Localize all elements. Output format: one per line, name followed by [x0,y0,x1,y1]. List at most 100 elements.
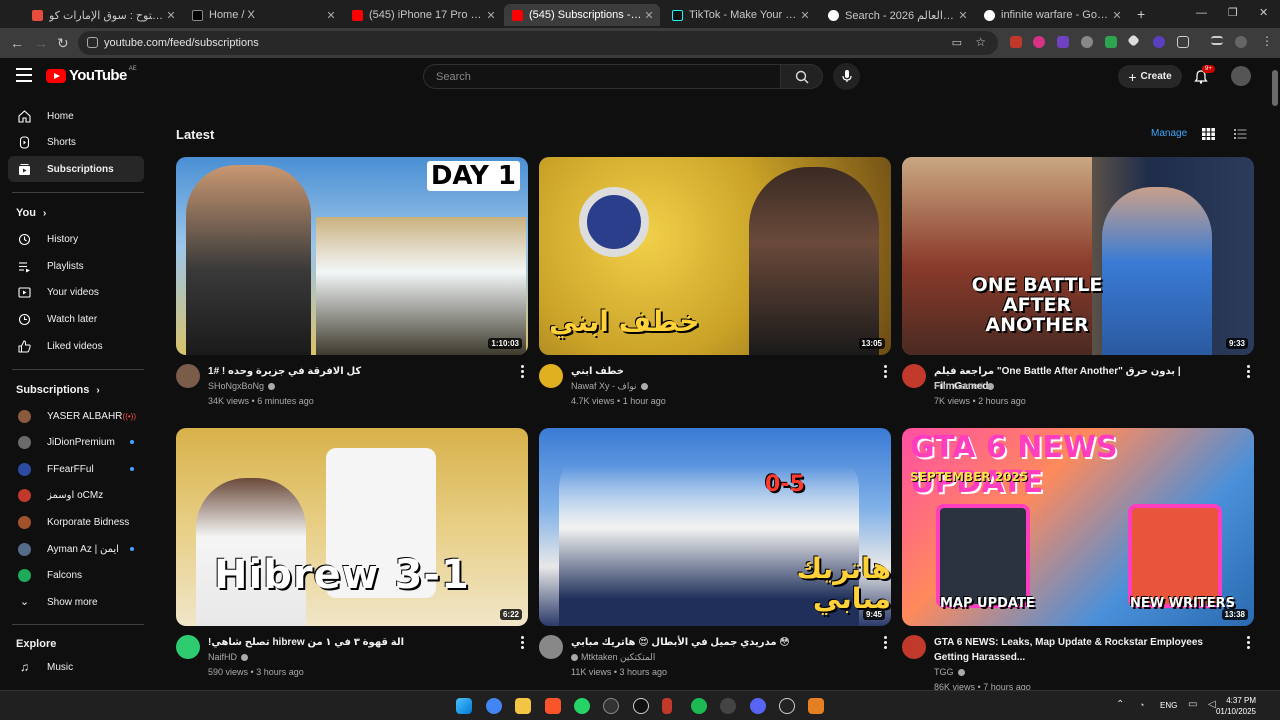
sidebar-channel[interactable]: FFearFFul [8,456,144,482]
video-channel-line[interactable]: SHoNgxBoNg [208,381,276,391]
media-controls-icon[interactable] [1211,36,1223,45]
extension-icon[interactable] [1127,34,1140,47]
browser-tab-1[interactable]: السوق المفتوح : سوق الإمارات كو ✕ [24,4,182,26]
channel-avatar[interactable] [539,635,563,659]
video-channel-line[interactable]: TGG [934,667,965,677]
video-thumbnail[interactable]: خطف ابني 13:05 [539,157,891,355]
sidebar-item-subscriptions[interactable]: Subscriptions [8,156,144,182]
reload-icon[interactable]: ↻ [57,35,69,52]
address-bar[interactable]: youtube.com/feed/subscriptions ▭ ☆ [78,31,998,55]
list-view-icon[interactable] [1234,129,1247,139]
browser-tab-7[interactable]: infinite warfare - Google Search ✕ [976,4,1128,26]
grid-view-icon[interactable] [1202,128,1215,140]
tab-close-icon[interactable]: ✕ [956,9,970,22]
sidebar-item-watch-later[interactable]: Watch later [8,306,144,332]
extension-icon[interactable] [1033,36,1045,48]
more-actions-icon[interactable] [884,365,887,380]
channel-avatar[interactable] [902,635,926,659]
sidebar-channel[interactable]: اوسمز oCMz [8,482,144,508]
more-actions-icon[interactable] [1247,636,1250,651]
sidebar-item-music[interactable]: ♫ Music [8,654,144,680]
video-channel-line[interactable]: NaifHD [208,652,249,662]
search-button[interactable] [781,64,823,89]
video-channel-line[interactable]: Film Gamed [934,381,995,391]
sidebar-item-home[interactable]: Home [8,103,144,129]
extension-icon[interactable] [1081,36,1093,48]
more-actions-icon[interactable] [1247,365,1250,380]
wifi-icon[interactable]: ◔ [1139,700,1144,710]
channel-avatar[interactable] [176,635,200,659]
video-title[interactable]: GTA 6 NEWS: Leaks, Map Update & Rockstar… [934,635,1229,665]
voice-search-button[interactable] [833,63,860,90]
browser-tab-2[interactable]: Home / X ✕ [184,4,342,26]
sidebar-item-your-videos[interactable]: Your videos [8,279,144,305]
discord-icon[interactable] [750,698,766,714]
app-icon[interactable] [603,698,619,714]
video-title[interactable]: كل الافرقة في جزيرة وحده ! #1 [208,364,503,379]
cast-icon[interactable]: ▭ [952,36,962,49]
network-icon[interactable]: ▭ [1188,699,1197,710]
browser-tab-5[interactable]: TikTok - Make Your Day ✕ [664,4,816,26]
video-card[interactable]: ONE BATTLE AFTER ANOTHER 9:33 مراجعة فيل… [902,157,1254,417]
windows-start-icon[interactable] [456,698,472,714]
hamburger-menu-icon[interactable] [16,68,32,82]
app-icon[interactable] [633,698,649,714]
video-thumbnail[interactable]: GTA 6 NEWS UPDATE SEPTEMBER 2025 MAP UPD… [902,428,1254,626]
site-info-icon[interactable] [87,37,98,48]
tray-chevron-up-icon[interactable]: ⌃ [1116,699,1124,710]
scrollbar-thumb[interactable] [1272,70,1278,106]
language-indicator[interactable]: ENG [1160,701,1177,710]
forward-arrow-icon[interactable]: → [34,35,48,51]
close-window-icon[interactable]: ✕ [1259,6,1268,19]
whatsapp-icon[interactable] [574,698,590,714]
bookmark-star-icon[interactable]: ☆ [975,35,986,49]
browser-tab-3[interactable]: (545) iPhone 17 Pro Scratch Ga ✕ [344,4,502,26]
video-thumbnail[interactable]: DAY 1 1:10:03 [176,157,528,355]
video-channel-line[interactable]: Mtktaken المتكتكين [571,652,655,663]
extensions-puzzle-icon[interactable] [1177,36,1189,48]
profile-avatar-icon[interactable] [1235,36,1247,48]
account-avatar[interactable] [1231,66,1251,86]
video-title[interactable]: خطف ابني [571,364,866,379]
chrome-icon[interactable] [486,698,502,714]
spotify-icon[interactable] [691,698,707,714]
tab-close-icon[interactable]: ✕ [164,9,178,22]
sidebar-channel[interactable]: YASER ALBAHRI ((•)) [8,403,144,429]
video-thumbnail[interactable]: Hibrew 3-1 6:22 [176,428,528,626]
minimize-icon[interactable]: — [1196,7,1207,19]
app-icon[interactable] [720,698,736,714]
tab-close-icon[interactable]: ✕ [798,9,812,22]
video-card[interactable]: خطف ابني 13:05 خطف ابني Nawaf Xy - نواف … [539,157,891,417]
video-thumbnail[interactable]: 0-5 هاتريك مبابي 9:45 [539,428,891,626]
sidebar-subscriptions-heading[interactable]: Subscriptions › [16,384,100,396]
search-input[interactable]: Search [423,64,781,89]
volume-icon[interactable]: ◁ [1208,699,1216,710]
new-tab-icon[interactable]: + [1137,6,1145,22]
create-button[interactable]: + Create [1118,65,1182,88]
page-scrollbar[interactable] [1270,60,1280,690]
back-arrow-icon[interactable]: ← [10,35,24,51]
tab-close-icon[interactable]: ✕ [324,9,338,22]
browser-menu-icon[interactable]: ⋮ [1261,34,1273,48]
sidebar-item-shorts[interactable]: Shorts [8,129,144,155]
more-actions-icon[interactable] [884,636,887,651]
browser-tab-6[interactable]: Search - 2026 قرعة كاس العالم ✕ [820,4,974,26]
video-card[interactable]: GTA 6 NEWS UPDATE SEPTEMBER 2025 MAP UPD… [902,428,1254,692]
youtube-logo[interactable]: YouTube AE [46,66,137,84]
channel-avatar[interactable] [539,364,563,388]
sidebar-channel[interactable]: JiDionPremium [8,429,144,455]
more-actions-icon[interactable] [521,365,524,380]
extension-icon[interactable] [1153,36,1165,48]
tab-close-icon[interactable]: ✕ [484,9,498,22]
sidebar-item-history[interactable]: History [8,226,144,252]
channel-avatar[interactable] [902,364,926,388]
sidebar-channel[interactable]: Ayman Az | ايمن [8,536,144,562]
file-explorer-icon[interactable] [515,698,531,714]
system-clock[interactable]: 4:37 PM 01/10/2025 [1216,695,1256,717]
sidebar-channel[interactable]: Falcons [8,562,144,588]
sidebar-show-more[interactable]: ⌄ Show more [8,589,144,615]
maximize-icon[interactable]: ❐ [1228,6,1238,19]
video-card[interactable]: 0-5 هاتريك مبابي 9:45 😳 مدريدي جميل في ا… [539,428,891,688]
extension-icon[interactable] [1010,36,1022,48]
channel-avatar[interactable] [176,364,200,388]
